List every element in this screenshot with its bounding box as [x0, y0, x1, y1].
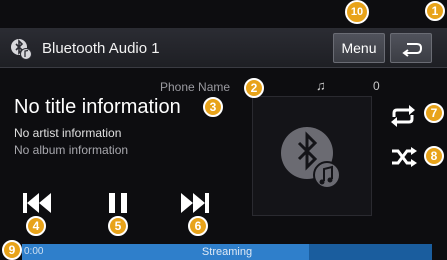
callout-9: 9 [2, 240, 22, 260]
album-art [252, 96, 372, 216]
callout-2: 2 [244, 78, 264, 98]
repeat-icon [391, 105, 415, 127]
callout-8: 8 [424, 146, 444, 166]
bluetooth-audio-screen: Bluetooth Audio 1 Menu Phone Name ♫ 0 No… [0, 0, 447, 260]
callout-4: 4 [26, 216, 46, 236]
shuffle-icon [392, 147, 417, 167]
callout-5: 5 [108, 216, 128, 236]
bluetooth-audio-icon [11, 39, 32, 60]
back-arrow-icon [402, 43, 423, 57]
bluetooth-music-icon [281, 127, 341, 189]
track-count: 0 [373, 79, 380, 93]
callout-3: 3 [203, 97, 223, 117]
callout-7: 7 [424, 103, 444, 123]
progress-bar[interactable]: Streaming [22, 244, 432, 260]
phone-name: Phone Name [160, 80, 231, 94]
header-bar: Bluetooth Audio 1 Menu [0, 28, 447, 68]
source-title: Bluetooth Audio 1 [42, 40, 160, 57]
menu-button[interactable]: Menu [333, 33, 385, 63]
skip-next-icon [181, 193, 209, 213]
pause-button[interactable] [105, 190, 131, 216]
album-info: No album information [14, 143, 129, 157]
next-track-button[interactable] [178, 190, 212, 216]
song-title: No title information [14, 96, 181, 118]
previous-track-button[interactable] [20, 190, 54, 216]
pause-icon [109, 193, 127, 213]
callout-1: 1 [425, 1, 445, 21]
artist-info: No artist information [14, 126, 122, 140]
shuffle-button[interactable] [390, 146, 418, 168]
callout-10: 10 [345, 0, 369, 24]
repeat-button[interactable] [388, 104, 418, 128]
skip-previous-icon [23, 193, 51, 213]
back-button[interactable] [390, 33, 432, 63]
streaming-label: Streaming [201, 246, 253, 258]
callout-6: 6 [188, 216, 208, 236]
elapsed-time: 0:00 [24, 246, 44, 257]
music-note-icon: ♫ [316, 78, 326, 93]
